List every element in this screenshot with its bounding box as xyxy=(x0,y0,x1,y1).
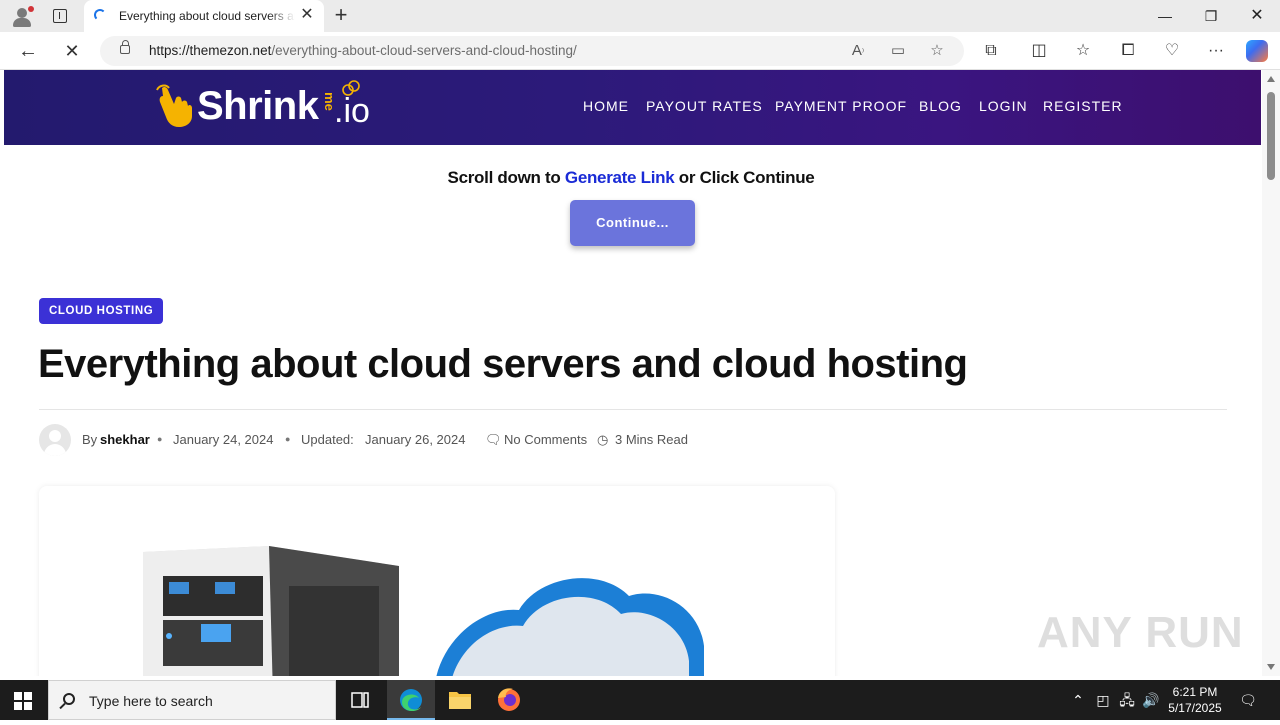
meet-now-icon[interactable]: ◰ xyxy=(1092,680,1114,720)
windows-start-icon[interactable] xyxy=(14,692,32,710)
tab-close-icon[interactable]: ✕ xyxy=(298,6,316,24)
featured-image xyxy=(39,486,835,676)
article-title: Everything about cloud servers and cloud… xyxy=(38,342,968,386)
hand-pointer-icon xyxy=(156,84,192,127)
continue-button[interactable]: Continue... xyxy=(570,200,695,246)
new-tab-button[interactable]: + xyxy=(330,4,352,28)
shrinkme-banner: Shrink me .io HOME PAYOUT RATES PAYMENT … xyxy=(4,70,1261,145)
page-scrollbar[interactable] xyxy=(1262,70,1280,676)
meta-separator: ● xyxy=(285,434,291,444)
system-clock[interactable]: 6:21 PM 5/17/2025 xyxy=(1160,684,1230,716)
author-avatar[interactable] xyxy=(39,424,71,456)
by-label: By xyxy=(82,432,98,447)
updated-date: January 26, 2024 xyxy=(365,432,466,447)
immersive-reader-icon[interactable]: ▭ xyxy=(888,41,908,61)
browser-tab-bar: Everything about cloud servers and cloud… xyxy=(0,0,1280,32)
taskbar-search-box[interactable]: Type here to search xyxy=(48,680,336,720)
notifications-icon[interactable]: 🗨 xyxy=(1236,680,1260,720)
logo-rings-icon xyxy=(342,80,360,96)
generate-link[interactable]: Generate Link xyxy=(565,168,675,187)
more-menu-icon[interactable]: ··· xyxy=(1204,40,1228,62)
cloud-server-illustration xyxy=(143,546,704,676)
tab-active[interactable]: Everything about cloud servers and cloud… xyxy=(84,0,324,32)
file-explorer-icon[interactable] xyxy=(436,680,484,720)
favorites-icon[interactable]: ☆ xyxy=(1071,40,1095,62)
clock-date: 5/17/2025 xyxy=(1168,701,1222,715)
collections-icon[interactable]: ⧠ xyxy=(1116,40,1140,62)
scroll-msg-prefix: Scroll down to xyxy=(447,168,565,187)
edge-taskbar-icon[interactable] xyxy=(387,680,435,720)
copilot-icon[interactable] xyxy=(1246,40,1268,62)
window-restore-button[interactable]: ❐ xyxy=(1188,0,1234,32)
clock-time: 6:21 PM xyxy=(1172,685,1218,699)
tab-actions-icon[interactable] xyxy=(53,9,67,23)
logo-wordmark: Shrink xyxy=(197,84,319,128)
network-icon[interactable]: 🖧 xyxy=(1116,680,1138,720)
scrollbar-thumb[interactable] xyxy=(1267,92,1275,180)
read-aloud-icon[interactable]: A⁾ xyxy=(848,41,868,61)
title-divider xyxy=(39,409,1227,410)
category-badge[interactable]: CLOUD HOSTING xyxy=(39,298,164,324)
tab-title: Everything about cloud servers and cloud… xyxy=(119,9,295,23)
favorite-star-icon[interactable]: ☆ xyxy=(927,41,947,61)
nav-payment-proof[interactable]: PAYMENT PROOF xyxy=(775,98,907,114)
windows-taskbar: Type here to search ⌃ ◰ 🖧 🔊 6:21 PM 5/17… xyxy=(0,680,1280,720)
window-close-button[interactable]: ✕ xyxy=(1234,0,1280,32)
profile-icon[interactable] xyxy=(8,4,36,28)
nav-login[interactable]: LOGIN xyxy=(979,98,1028,114)
scroll-up-arrow-icon[interactable] xyxy=(1267,76,1275,82)
nav-register[interactable]: REGISTER xyxy=(1043,98,1123,114)
stop-loading-button[interactable]: ✕ xyxy=(61,40,83,62)
updated-label: Updated: xyxy=(301,432,354,447)
url-path: /everything-about-cloud-servers-and-clou… xyxy=(271,43,577,58)
scroll-down-arrow-icon[interactable] xyxy=(1267,664,1275,670)
volume-icon[interactable]: 🔊 xyxy=(1140,680,1162,720)
nav-blog[interactable]: BLOG xyxy=(919,98,962,114)
tray-chevron-icon[interactable]: ⌃ xyxy=(1068,680,1088,720)
back-button[interactable]: ← xyxy=(17,40,39,62)
task-view-icon[interactable] xyxy=(336,680,384,720)
extensions-icon[interactable]: ⧉ xyxy=(979,40,1003,62)
comments-link[interactable]: No Comments xyxy=(504,432,587,447)
author-name[interactable]: shekhar xyxy=(100,432,150,447)
scroll-msg-suffix: or Click Continue xyxy=(674,168,815,187)
split-screen-icon[interactable]: ◫ xyxy=(1027,40,1051,62)
search-placeholder: Type here to search xyxy=(89,693,213,709)
lock-icon[interactable] xyxy=(120,40,130,54)
search-icon xyxy=(63,693,75,705)
url-bar[interactable]: https://themezon.net/everything-about-cl… xyxy=(100,36,964,66)
publish-date: January 24, 2024 xyxy=(173,432,274,447)
nav-home[interactable]: HOME xyxy=(583,98,629,114)
loading-spinner-icon xyxy=(94,9,106,21)
clock-icon: ◷ xyxy=(597,432,609,447)
scroll-down-message: Scroll down to Generate Link or Click Co… xyxy=(0,168,1262,188)
page-viewport: Shrink me .io HOME PAYOUT RATES PAYMENT … xyxy=(0,70,1262,676)
window-minimize-button[interactable]: — xyxy=(1142,0,1188,32)
url-text[interactable]: https://themezon.net/everything-about-cl… xyxy=(149,43,577,58)
browser-essentials-icon[interactable]: ♡ xyxy=(1160,40,1184,62)
meta-separator: ● xyxy=(157,434,163,444)
nav-payout-rates[interactable]: PAYOUT RATES xyxy=(646,98,763,114)
comment-icon: 🗨 xyxy=(485,432,502,447)
anyrun-watermark: ANY RUN xyxy=(1037,608,1244,657)
read-time: 3 Mins Read xyxy=(615,432,688,447)
firefox-icon[interactable] xyxy=(485,680,533,720)
url-host: https://themezon.net xyxy=(149,43,272,58)
